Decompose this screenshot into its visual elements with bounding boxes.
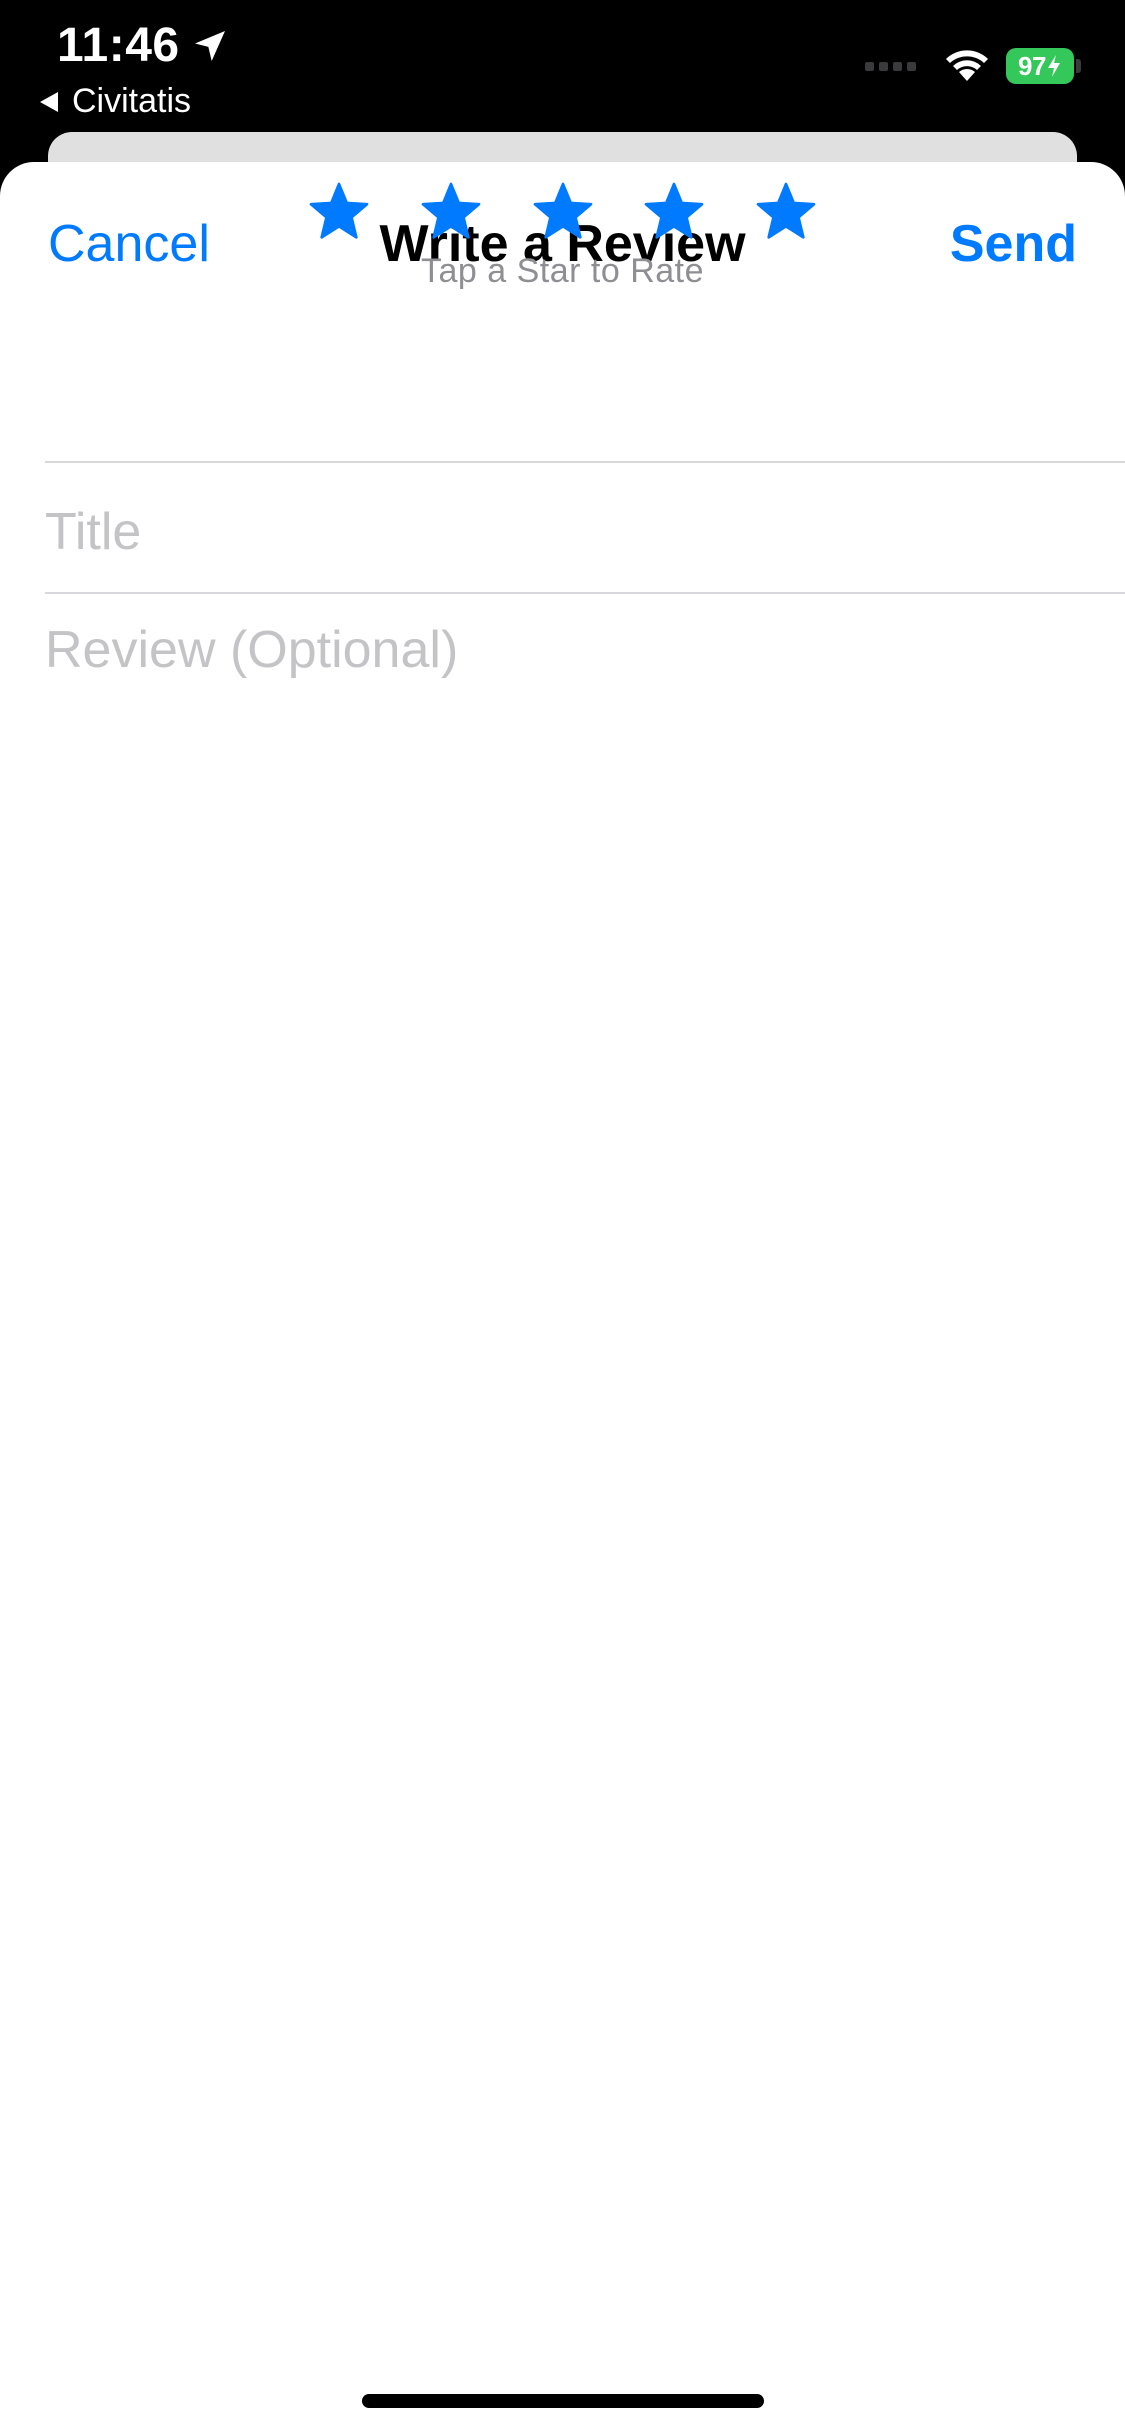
battery-charging-icon: 97 — [1006, 48, 1074, 84]
star-icon-3[interactable] — [531, 180, 595, 244]
home-indicator[interactable] — [362, 2394, 764, 2408]
status-time-text: 11:46 — [57, 19, 180, 72]
location-arrow-icon — [194, 30, 225, 61]
review-screen: 11:46 Civitatis 97 Cancel Write a Review… — [0, 0, 1125, 2436]
back-triangle-icon — [40, 91, 58, 112]
status-time: 11:46 — [57, 18, 230, 73]
star-rating — [307, 180, 818, 244]
star-icon-5[interactable] — [754, 180, 818, 244]
wifi-icon — [946, 50, 988, 81]
divider-rating — [45, 461, 1125, 463]
battery-cap — [1076, 59, 1081, 73]
charging-bolt-icon — [1047, 55, 1060, 77]
cellular-signal-icon — [865, 61, 916, 71]
star-icon-4[interactable] — [642, 180, 706, 244]
battery-level: 97 — [1018, 50, 1046, 81]
rating-hint: Tap a Star to Rate — [420, 252, 705, 290]
status-indicators: 97 — [865, 48, 1081, 84]
title-field[interactable] — [45, 500, 1080, 564]
back-to-app-label: Civitatis — [72, 82, 192, 120]
star-icon-1[interactable] — [307, 180, 371, 244]
back-to-app-button[interactable]: Civitatis — [38, 82, 191, 121]
star-icon-2[interactable] — [419, 180, 483, 244]
review-field[interactable] — [45, 620, 1080, 2120]
divider-title — [45, 592, 1125, 594]
